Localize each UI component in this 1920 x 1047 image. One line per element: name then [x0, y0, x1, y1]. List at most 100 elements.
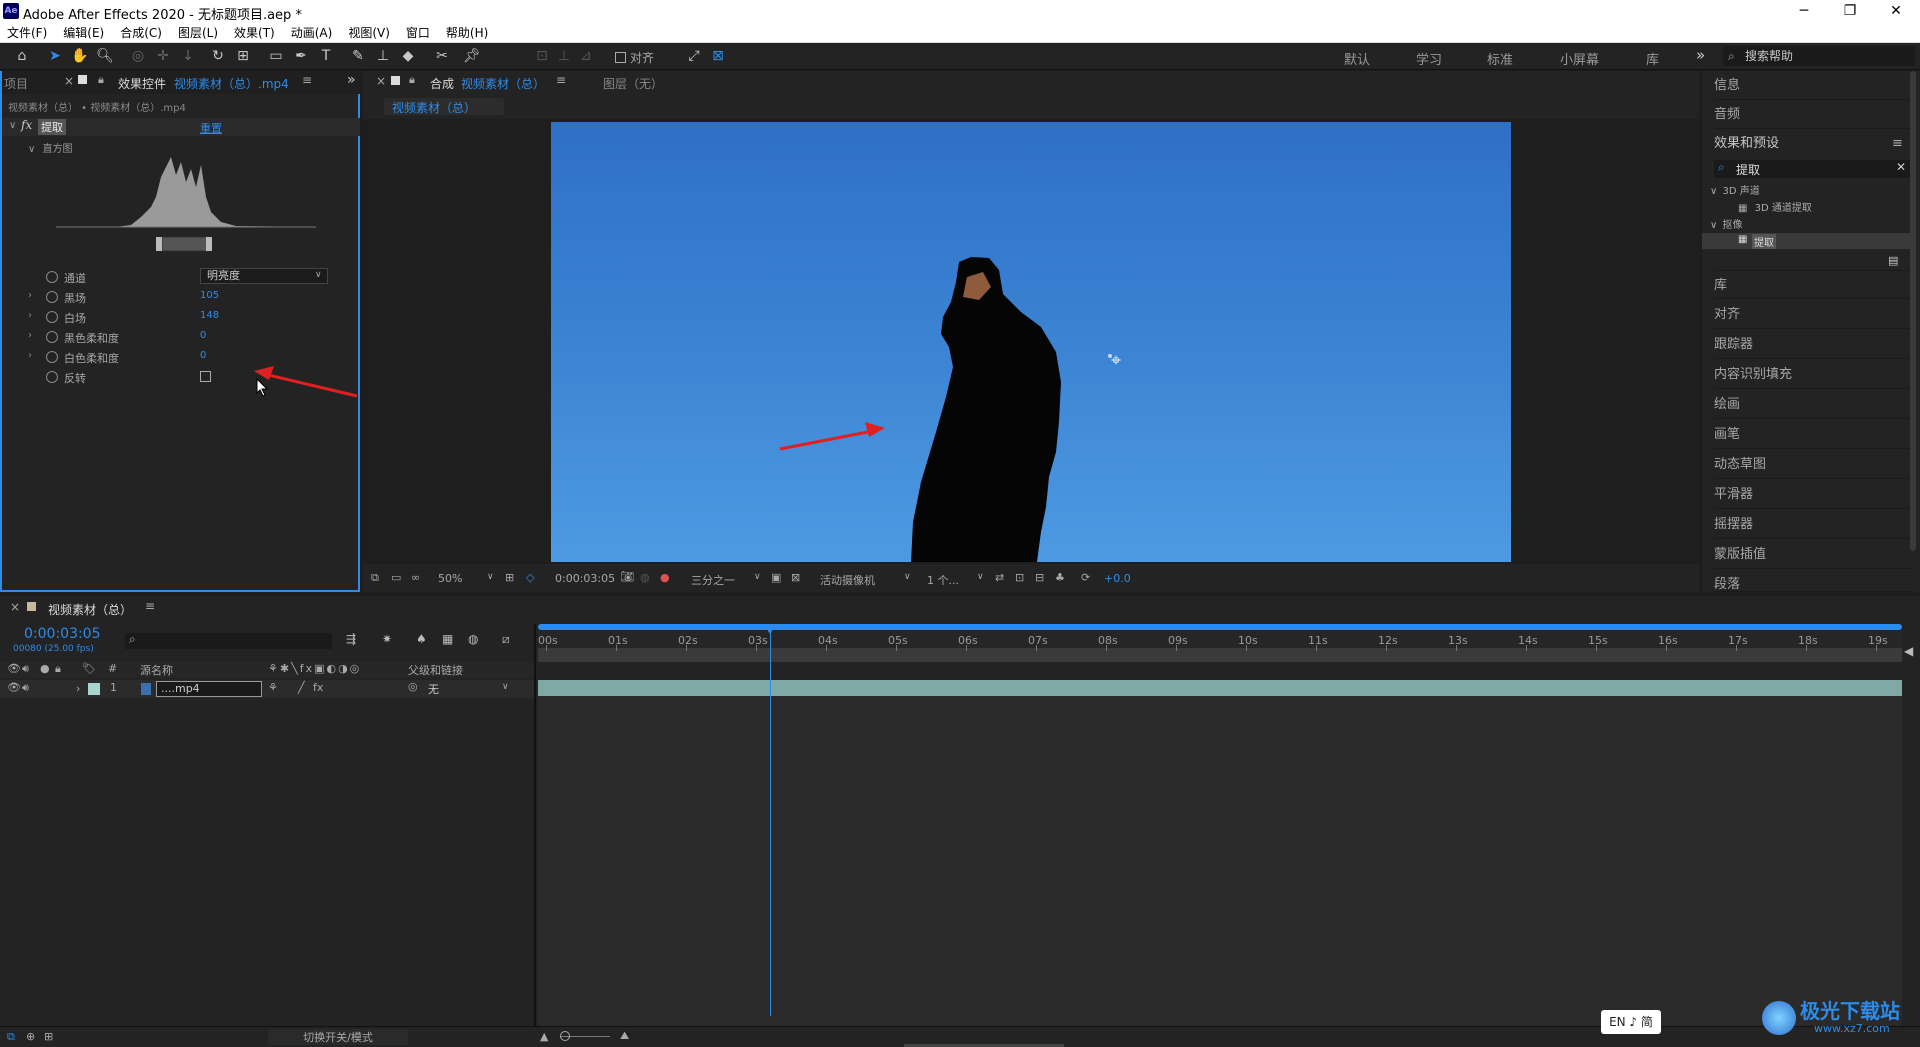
- tree-item-extract[interactable]: ▦ 提取: [1702, 233, 1914, 249]
- toggle-view-icon[interactable]: ⇄: [995, 571, 1004, 584]
- tracker-panel-tab[interactable]: 跟踪器: [1714, 330, 1914, 359]
- frame-blending-icon[interactable]: ▦: [442, 632, 453, 646]
- pan-tool-icon[interactable]: ✛: [153, 47, 173, 65]
- brushes-panel-tab[interactable]: 画笔: [1714, 420, 1914, 449]
- hide-shy-layers-icon[interactable]: ♠: [416, 632, 427, 646]
- tree-item-keying[interactable]: ∨ 抠像: [1710, 216, 1743, 231]
- effects-presets-header[interactable]: 效果和预设 ≡: [1714, 129, 1914, 158]
- vr-icon[interactable]: ∞: [411, 571, 420, 584]
- white-softness-value[interactable]: 0: [200, 350, 206, 361]
- restore-button[interactable]: ❐: [1827, 0, 1873, 23]
- lock-icon[interactable]: 🔒︎: [98, 73, 104, 87]
- transfer-controls-icon[interactable]: ⊕: [26, 1030, 35, 1043]
- paragraph-tab[interactable]: 段落: [1714, 570, 1914, 592]
- tree-item-3d-channel[interactable]: ∨ 3D 声道: [1710, 182, 1760, 197]
- rotation-tool-icon[interactable]: ↻: [208, 47, 228, 65]
- comp-mini-flowchart-icon[interactable]: ⇶: [346, 632, 356, 646]
- library-panel-tab[interactable]: 库: [1714, 270, 1914, 299]
- stopwatch-icon[interactable]: [46, 331, 58, 343]
- dolly-tool-icon[interactable]: ↓: [178, 47, 198, 65]
- video-switch-icon[interactable]: 👁︎: [7, 681, 21, 694]
- panel-menu-icon[interactable]: ≡: [556, 73, 566, 87]
- solo-icon[interactable]: ●: [40, 662, 50, 675]
- menu-edit[interactable]: 编辑(E): [63, 23, 104, 43]
- align-checkbox[interactable]: [615, 52, 626, 63]
- hand-tool-icon[interactable]: ✋: [70, 47, 90, 65]
- zoom-out-icon[interactable]: ▲: [540, 1030, 548, 1043]
- lock-icon[interactable]: 🔒︎: [409, 73, 415, 87]
- exposure-value[interactable]: +0.0: [1104, 572, 1131, 585]
- workspace-learn[interactable]: 学习: [1416, 49, 1442, 68]
- comp-tab-label[interactable]: 合成: [430, 75, 454, 92]
- stopwatch-icon[interactable]: [46, 351, 58, 363]
- effect-expand-chevron-icon[interactable]: ∨: [9, 120, 16, 131]
- zoom-slider-thumb[interactable]: [560, 1031, 570, 1041]
- monitor-icon[interactable]: ▭: [391, 571, 401, 584]
- menu-help[interactable]: 帮助(H): [446, 23, 488, 43]
- stopwatch-icon[interactable]: [46, 271, 58, 283]
- video-switch-icon[interactable]: 👁︎: [7, 662, 21, 675]
- zoom-tool-icon[interactable]: 🔍︎: [95, 47, 115, 65]
- menu-effect[interactable]: 效果(T): [234, 23, 275, 43]
- orbit-tool-icon[interactable]: ◎: [128, 47, 148, 65]
- mask-interpolation-tab[interactable]: 蒙版插值: [1714, 540, 1914, 569]
- close-window-button[interactable]: ✕: [1873, 0, 1919, 23]
- transparency-grid-icon[interactable]: ⊠: [791, 571, 800, 584]
- layer-duration-bar[interactable]: [538, 680, 1902, 696]
- close-tab-icon[interactable]: ×: [10, 600, 20, 614]
- audio-switch-icon[interactable]: 🔊︎: [22, 662, 29, 676]
- comp-subtab[interactable]: 视频素材（总）: [384, 98, 504, 115]
- white-point-value[interactable]: 148: [200, 310, 219, 321]
- resolution-select[interactable]: 三分之一: [691, 572, 735, 588]
- audio-panel-tab[interactable]: 音频: [1714, 100, 1914, 129]
- info-panel-tab[interactable]: 信息: [1714, 71, 1914, 100]
- snapshot-icon[interactable]: 📷︎: [620, 570, 634, 583]
- workspace-standard[interactable]: 标准: [1487, 49, 1513, 68]
- playhead-handle-icon[interactable]: [765, 626, 775, 634]
- camera-select[interactable]: 活动摄像机: [820, 572, 875, 588]
- layer-switches-icon[interactable]: ⧉: [7, 1030, 15, 1044]
- expand-chevron-icon[interactable]: ›: [28, 350, 32, 361]
- menu-animation[interactable]: 动画(A): [291, 23, 333, 43]
- draft-3d-icon[interactable]: ✷: [382, 632, 392, 646]
- layer-row[interactable]: 👁︎ 🔊︎ › 1 ....mp4 ⚘ ╱ fx ◎ 无 ∨: [0, 680, 535, 698]
- stopwatch-icon[interactable]: [46, 311, 58, 323]
- effects-search-input[interactable]: ⌕ 提取 ✕: [1714, 160, 1910, 178]
- flowchart-icon[interactable]: ♣: [1055, 571, 1065, 584]
- always-preview-icon[interactable]: ⧉: [371, 571, 379, 585]
- tree-item-3d-channel-extract[interactable]: ▦ 3D 通道提取: [1738, 199, 1812, 214]
- black-softness-value[interactable]: 0: [200, 330, 206, 341]
- reset-exposure-icon[interactable]: ⊡: [1015, 571, 1024, 584]
- view-axis-icon[interactable]: ⊿: [576, 47, 596, 65]
- content-aware-fill-tab[interactable]: 内容识别填充: [1714, 360, 1914, 389]
- label-icon[interactable]: 🏷︎: [82, 662, 96, 675]
- minimize-button[interactable]: ─: [1781, 0, 1827, 23]
- layer-tab[interactable]: 图层（无）: [603, 75, 663, 92]
- rectangle-tool-icon[interactable]: ▭: [266, 47, 286, 65]
- graph-editor-icon[interactable]: ⧄: [502, 632, 510, 647]
- align-panel-tab[interactable]: 对齐: [1714, 300, 1914, 329]
- fx-icon[interactable]: fx: [21, 118, 32, 132]
- playhead[interactable]: [770, 628, 771, 1016]
- panel-menu-icon[interactable]: ≡: [302, 73, 312, 87]
- timeline-tab-name[interactable]: 视频素材（总）: [48, 601, 132, 618]
- new-folder-icon[interactable]: ▤: [1888, 254, 1898, 267]
- timeline-icon[interactable]: ⊟: [1035, 571, 1044, 584]
- close-tab-icon[interactable]: ×: [376, 74, 386, 88]
- roto-brush-icon[interactable]: ✂: [432, 47, 452, 65]
- effect-controls-tab-label[interactable]: 效果控件: [118, 75, 166, 92]
- exposure-icon[interactable]: ⟳: [1081, 571, 1090, 584]
- right-panel-scrollbar[interactable]: [1910, 71, 1916, 551]
- toggle-switches-modes-button[interactable]: 切换开关/模式: [268, 1029, 408, 1045]
- workspace-libraries[interactable]: 库: [1646, 49, 1659, 68]
- timeline-track-area[interactable]: [538, 624, 1920, 1047]
- white-point-handle[interactable]: [206, 237, 212, 251]
- stopwatch-icon[interactable]: [46, 371, 58, 383]
- effect-name[interactable]: 提取: [38, 119, 66, 135]
- expand-chevron-icon[interactable]: ›: [28, 290, 32, 301]
- parent-column[interactable]: 父级和链接: [408, 662, 463, 678]
- text-tool-icon[interactable]: T: [316, 47, 336, 65]
- paint-panel-tab[interactable]: 绘画: [1714, 390, 1914, 419]
- expand-panels-icon[interactable]: »: [347, 72, 356, 88]
- stopwatch-icon[interactable]: [46, 291, 58, 303]
